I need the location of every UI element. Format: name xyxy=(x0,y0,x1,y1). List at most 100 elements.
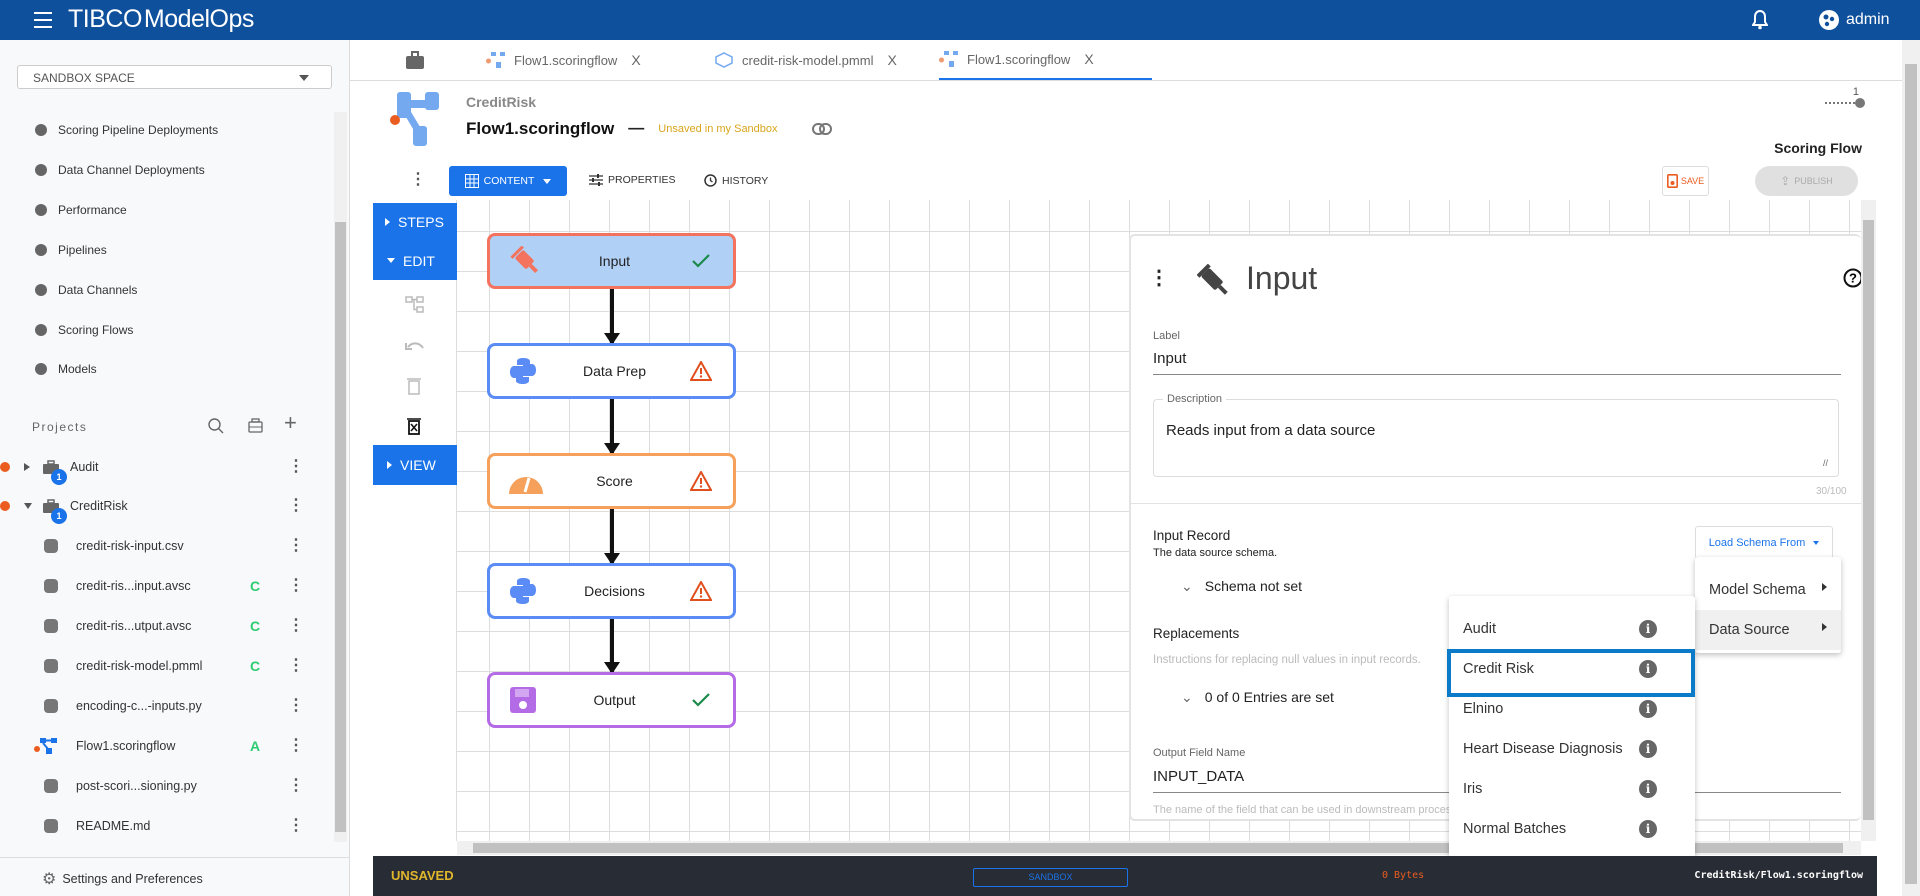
delete-icon[interactable] xyxy=(407,377,421,395)
save-button[interactable]: SAVE xyxy=(1662,166,1709,196)
flow-step-decisions[interactable]: Decisions xyxy=(487,563,736,619)
search-icon[interactable] xyxy=(208,418,224,434)
space-select[interactable]: SANDBOX SPACE xyxy=(17,65,332,89)
sidebar-item-scoring-flows[interactable]: Scoring Flows xyxy=(34,323,133,337)
file-menu-icon[interactable]: ⋮ xyxy=(288,538,304,554)
menu-icon[interactable] xyxy=(34,12,52,28)
sidebar-item-label: Data Channels xyxy=(58,283,138,297)
tab-2[interactable]: Flow1.scoringflow X xyxy=(939,40,1152,80)
caret-down-icon xyxy=(387,258,395,263)
link-icon[interactable] xyxy=(811,123,832,135)
file-item[interactable]: credit-ris...input.avsc C ⋮ xyxy=(0,571,330,601)
caret-right-icon[interactable] xyxy=(24,463,30,471)
file-item[interactable]: credit-risk-model.pmml C ⋮ xyxy=(0,651,330,681)
step-label: Output xyxy=(593,692,636,708)
info-icon[interactable]: i xyxy=(1639,700,1657,718)
sidebar-item-models[interactable]: Models xyxy=(34,362,97,376)
caret-down-icon[interactable] xyxy=(24,503,32,509)
project-menu-icon[interactable]: ⋮ xyxy=(288,459,304,475)
import-project-icon[interactable] xyxy=(246,418,264,434)
project-menu-icon[interactable]: ⋮ xyxy=(288,498,304,514)
menu-item-model-schema[interactable]: Model Schema xyxy=(1695,570,1841,610)
data-source-item[interactable]: Heart Disease Diagnosis i xyxy=(1449,729,1695,769)
info-icon[interactable]: i xyxy=(1639,780,1657,798)
close-icon[interactable]: X xyxy=(631,52,640,68)
label-field[interactable]: Input xyxy=(1153,350,1841,375)
data-source-item[interactable]: Normal Batches i xyxy=(1449,809,1695,849)
projects-title: Projects xyxy=(32,420,88,434)
entries-expander[interactable]: ⌄ 0 of 0 Entries are set xyxy=(1181,689,1334,706)
file-menu-icon[interactable]: ⋮ xyxy=(288,618,304,634)
add-project-icon[interactable]: + xyxy=(284,410,297,436)
info-icon[interactable]: i xyxy=(1639,620,1657,638)
flow-step-data-prep[interactable]: Data Prep xyxy=(487,343,736,399)
tab-0[interactable]: Flow1.scoringflow X xyxy=(486,40,649,80)
file-item[interactable]: README.md ⋮ xyxy=(0,811,330,841)
description-field[interactable]: Reads input from a data source // xyxy=(1153,399,1839,477)
schema-expander[interactable]: ⌄ Schema not set xyxy=(1181,578,1302,595)
sidebar-item-data-channels[interactable]: Data Channels xyxy=(34,283,137,297)
history-tab[interactable]: HISTORY xyxy=(704,174,768,187)
file-item[interactable]: encoding-c...-inputs.py ⋮ xyxy=(0,691,330,721)
file-menu-icon[interactable]: ⋮ xyxy=(288,578,304,594)
close-icon[interactable]: X xyxy=(1084,51,1093,67)
user-name: admin xyxy=(1846,11,1890,28)
tab-1[interactable]: credit-risk-model.pmml X xyxy=(714,40,904,80)
resize-handle-icon[interactable]: // xyxy=(1823,458,1828,468)
content-button[interactable]: CONTENT xyxy=(449,166,567,196)
view-section-toggle[interactable]: VIEW xyxy=(373,445,457,485)
flow-step-output[interactable]: Output xyxy=(487,672,736,728)
project-item[interactable]: 1 Audit ⋮ xyxy=(0,452,330,485)
product-text: ModelOps xyxy=(143,5,254,33)
file-item[interactable]: Flow1.scoringflow A ⋮ xyxy=(0,731,330,761)
file-menu-icon[interactable]: ⋮ xyxy=(288,698,304,714)
sidebar-item-label: Models xyxy=(58,362,97,376)
steps-section-toggle[interactable]: STEPS xyxy=(373,203,457,241)
panel-menu-icon[interactable]: ⋮ xyxy=(1149,268,1169,288)
help-icon[interactable]: ? xyxy=(1843,268,1861,288)
sidebar-item-pipelines[interactable]: Pipelines xyxy=(34,243,107,257)
file-item[interactable]: post-scori...sioning.py ⋮ xyxy=(0,771,330,801)
caret-down-icon xyxy=(543,178,552,184)
canvas-vertical-scrollbar[interactable] xyxy=(1861,200,1876,841)
file-item[interactable]: credit-risk-input.csv ⋮ xyxy=(0,531,330,561)
sidebar-scrollbar[interactable] xyxy=(334,112,347,842)
publish-button[interactable]: ⇪ PUBLISH xyxy=(1755,166,1858,196)
label-field-label: Label xyxy=(1153,330,1180,342)
sidebar-item-data-channel-deployments[interactable]: Data Channel Deployments xyxy=(34,163,205,177)
data-source-item[interactable]: Iris i xyxy=(1449,769,1695,809)
page-scrollbar[interactable] xyxy=(1902,40,1920,896)
file-menu-icon[interactable]: ⋮ xyxy=(288,738,304,754)
caret-down-icon xyxy=(1813,540,1820,545)
file-menu-icon[interactable]: ⋮ xyxy=(288,778,304,794)
edit-section-toggle[interactable]: EDIT xyxy=(373,241,457,280)
menu-item-data-source[interactable]: Data Source xyxy=(1695,610,1841,650)
load-schema-button[interactable]: Load Schema From xyxy=(1695,526,1833,559)
clear-all-icon[interactable] xyxy=(407,417,421,435)
sidebar-item-performance[interactable]: Performance xyxy=(34,203,127,217)
more-options-icon[interactable]: ⋮ xyxy=(410,172,426,188)
data-source-item[interactable]: Audit i xyxy=(1449,609,1695,649)
bell-icon[interactable] xyxy=(1751,9,1769,33)
file-item[interactable]: credit-ris...utput.avsc C ⋮ xyxy=(0,611,330,641)
properties-tab[interactable]: PROPERTIES xyxy=(589,174,676,186)
flow-step-score[interactable]: Score xyxy=(487,453,736,509)
version-indicator[interactable]: 1 xyxy=(1825,86,1865,108)
warning-icon xyxy=(681,581,721,601)
flow-step-input[interactable]: Input xyxy=(487,233,736,289)
user-menu[interactable]: admin xyxy=(1818,9,1890,31)
briefcase-icon[interactable] xyxy=(405,50,425,70)
project-item[interactable]: 1 CreditRisk ⋮ xyxy=(0,491,330,524)
close-icon[interactable]: X xyxy=(887,52,896,68)
file-menu-icon[interactable]: ⋮ xyxy=(288,818,304,834)
space-indicator[interactable]: SANDBOX xyxy=(973,868,1128,887)
info-icon[interactable]: i xyxy=(1639,820,1657,838)
check-icon xyxy=(681,692,721,708)
undo-icon[interactable] xyxy=(405,340,425,354)
info-icon[interactable]: i xyxy=(1639,740,1657,758)
file-menu-icon[interactable]: ⋮ xyxy=(288,658,304,674)
project-name[interactable]: CreditRisk xyxy=(466,94,536,110)
auto-layout-icon[interactable] xyxy=(405,296,425,314)
sidebar-item-scoring-pipeline-deployments[interactable]: Scoring Pipeline Deployments xyxy=(34,123,218,137)
settings-link[interactable]: ⚙ Settings and Preferences xyxy=(42,869,203,889)
